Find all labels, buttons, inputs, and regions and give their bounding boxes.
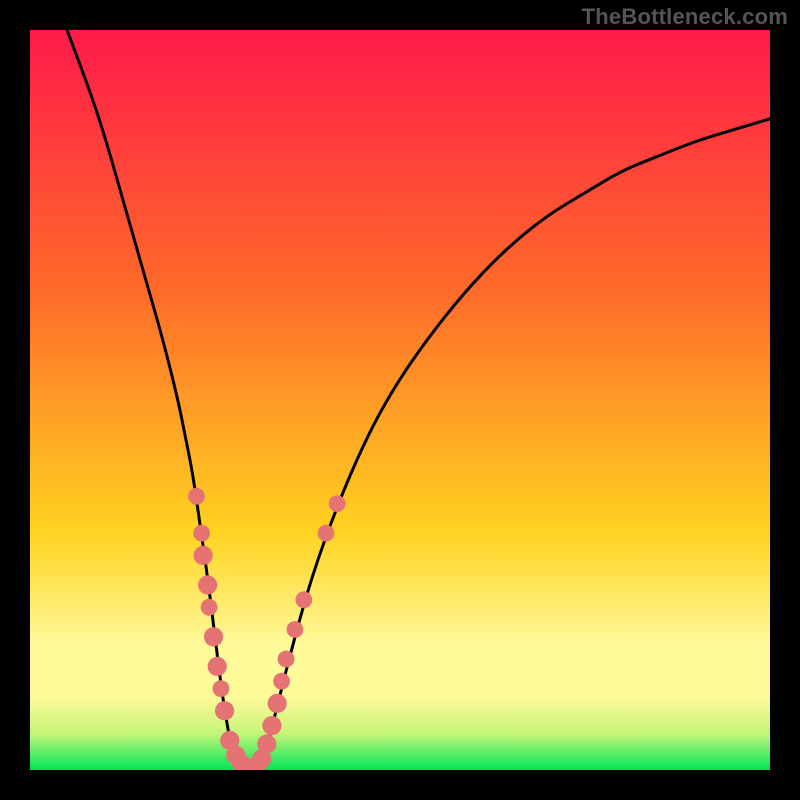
data-dot bbox=[193, 525, 210, 542]
data-dot bbox=[318, 525, 335, 542]
plot-area bbox=[30, 30, 770, 770]
data-dot bbox=[188, 488, 205, 505]
chart-svg bbox=[30, 30, 770, 770]
data-dot bbox=[198, 575, 217, 594]
data-dot bbox=[215, 701, 234, 720]
data-dot bbox=[287, 621, 304, 638]
data-dot bbox=[295, 591, 312, 608]
data-dot bbox=[273, 673, 290, 690]
data-dot bbox=[257, 735, 276, 754]
chart-frame: TheBottleneck.com bbox=[0, 0, 800, 800]
data-dot bbox=[208, 657, 227, 676]
data-dot bbox=[204, 627, 223, 646]
gradient-background bbox=[30, 30, 770, 770]
data-dot bbox=[329, 495, 346, 512]
data-dot bbox=[278, 651, 295, 668]
data-dot bbox=[268, 694, 287, 713]
data-dot bbox=[262, 716, 281, 735]
data-dot bbox=[201, 599, 218, 616]
data-dot bbox=[194, 546, 213, 565]
data-dot bbox=[213, 680, 230, 697]
watermark-text: TheBottleneck.com bbox=[582, 4, 788, 30]
